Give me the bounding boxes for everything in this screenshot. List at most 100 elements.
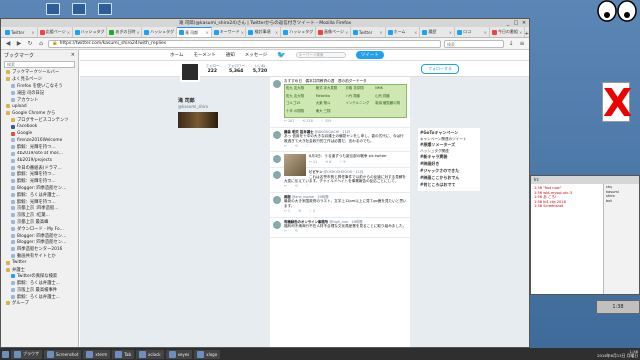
tweet[interactable]: ビビケン @OSHOSHOOOO · 11月 これは名誉市長と昇任事件で以前からの… [270,168,410,193]
retweet-icon[interactable]: ⟲ [295,184,298,188]
tweet-avatar[interactable] [273,220,281,229]
irc-title[interactable]: Irc [531,176,639,184]
tab[interactable]: ハッシュタグ× [73,27,108,37]
bookmark-item[interactable]: 京都上京 最高峰 [1,219,78,226]
url-bar[interactable]: 🔒 https://twitter.com/kasumi_shiro24/wit… [48,39,441,48]
tab-close-icon[interactable]: × [136,30,139,35]
bookmark-item[interactable]: Facebook [1,123,78,130]
tab-close-icon[interactable]: × [414,30,417,35]
home-icon[interactable]: ⌂ [37,40,45,48]
back-icon[interactable]: ◀ [4,40,12,48]
tab[interactable]: ホーム × [386,27,421,37]
desktop-icon-2[interactable] [72,3,86,15]
trend-title[interactable]: #原爆ソメーターズ [420,142,478,148]
tweet-author[interactable]: ビビケン [309,170,322,174]
irc-user[interactable]: bot [606,199,637,204]
close-sidebar-icon[interactable]: × [71,52,75,58]
tab[interactable]: ハッシュタグ× [281,27,317,37]
bookmark-item[interactable]: 酔鯨：光輝を持つ… [1,171,78,178]
taskbar-item[interactable]: ブラウザ [11,349,42,359]
twitter-nav-item[interactable]: 通知 [226,52,235,58]
tab[interactable]: Twitter × [351,27,386,37]
profile-stat[interactable]: フォロー 222 [205,64,219,74]
bookmark-item[interactable]: 酔鯨：光輝を持つ… [1,198,78,205]
tweet[interactable]: 8月3日：うる道ずつも宣伝部の戦争 pic.twitter ↩ 11 ⟲ 6 ♡ 9 [270,152,410,177]
bookmark-item[interactable]: Google [1,130,78,137]
new-tab-icon[interactable]: + [525,31,529,37]
like-icon[interactable]: ♡ [306,229,309,233]
bookmark-item[interactable]: 京阪上京 :紅葉… [1,212,78,219]
bookmark-item[interactable]: Firefox を使いこなそう [1,83,78,90]
bookmark-item[interactable]: 京阪上京 最高検事件 [1,287,78,294]
bookmark-item[interactable]: Blogger: 四季造船セン… [1,185,78,192]
maximize-icon[interactable]: □ [513,20,519,26]
bookmark-item[interactable]: Blogger: 四季造船セン… [1,232,78,239]
tab[interactable]: 画像ページ × [316,27,351,37]
taskbar-item[interactable]: Tab [112,349,135,359]
tab-close-icon[interactable]: × [379,30,382,35]
trend-title[interactable]: #ジャックさのできた [420,168,478,174]
tab-close-icon[interactable]: × [31,30,34,35]
bookmark-item[interactable]: 酔鯨：光輝を持つ… [1,178,78,185]
profile-stat[interactable]: いいね 5,720 [253,64,267,74]
bookmark-item[interactable]: Twitterの真探な検索 [1,273,78,280]
tweet-avatar[interactable] [273,195,281,204]
download-icon[interactable]: ↓ [507,40,515,48]
reload-icon[interactable]: ↻ [26,40,34,48]
bookmark-item[interactable]: ダウンロード - My Fo… [1,225,78,232]
bookmark-item[interactable]: 酔鯨：ろくは弁護士… [1,191,78,198]
close-icon[interactable]: × [521,20,527,26]
tweet-avatar[interactable] [273,80,281,88]
bookmark-item[interactable]: Google Chrome から [1,110,78,117]
reply-icon[interactable]: ↩ [284,229,287,233]
forward-icon[interactable]: ▶ [15,40,23,48]
bookmark-item[interactable]: 4b2019/site at mos… [1,151,78,158]
tab-close-icon[interactable]: × [449,30,452,35]
tab[interactable]: 応援ページ × [38,27,73,37]
minimize-icon[interactable]: _ [505,20,511,26]
trend-title[interactable]: #新キャラ実装 [420,154,478,160]
bookmark-item[interactable]: 酔鯨：ろくは弁護士… [1,280,78,287]
profile-media-thumbnail[interactable] [178,112,218,128]
tweet-avatar[interactable] [273,155,281,164]
search-input[interactable]: 検索 [444,39,504,48]
profile-avatar[interactable] [180,62,200,82]
tweet-avatar[interactable] [273,130,281,139]
tweet-button[interactable]: ツイート [355,51,384,59]
tab[interactable]: 今日の番組 × [490,27,525,37]
retweet-icon[interactable]: ⟲ 6 [325,160,331,164]
bookmark-item[interactable]: グループ [1,300,78,307]
tab-close-icon[interactable]: × [519,30,522,35]
twitter-nav-item[interactable]: ホーム [170,52,183,58]
bookmark-item[interactable]: Twitter [1,259,78,266]
like-icon[interactable]: ♡ 9 [339,160,345,164]
tab-close-icon[interactable]: × [345,30,348,35]
sidebar-search-input[interactable]: 検索 [4,61,75,68]
bookmark-item[interactable]: 4b2019/projects [1,157,78,164]
reply-icon[interactable]: ↩ [284,144,287,148]
tweet[interactable]: おすすめ日 偶本共同教資の週 週の前ダーテータ 佐九 友大翔 無式 寺大見翔 鳥取 花… [270,77,410,128]
tab-close-icon[interactable]: × [67,30,70,35]
reply-icon[interactable]: ↩ 287 [284,119,294,123]
taskbar-item[interactable]: xterm [83,349,111,359]
window-titlebar[interactable]: 滝 司郎(@kasumi_shiro24)さん | Twitterからの返信付き… [1,19,529,27]
trend-title[interactable]: #GoToキャンペーン [420,130,478,136]
bookmark-item[interactable]: ブックマークツールバー [1,69,78,76]
tab-close-icon[interactable]: × [275,30,278,35]
tweet-table-image[interactable]: 佐九 友大翔 無式 寺大見翔 鳥取 花奈翔 NMK 佐九 友大翔 Mebelka ハ代 翔楽… [284,84,407,119]
twitter-bird-icon[interactable]: 🐦 [277,51,286,59]
tweet-avatar[interactable] [273,171,281,180]
reply-icon[interactable]: ↩ 11 [309,160,317,164]
tab-close-icon[interactable]: × [241,30,244,35]
bookmark-item[interactable]: 今日の番組表(ドラマ… [1,164,78,171]
tab[interactable]: 滝 司郎 × [176,27,212,37]
twitter-nav-item[interactable]: メッセージ [245,52,267,58]
bookmark-item[interactable]: 酔鯨：ろくは弁護士… [1,293,78,300]
retweet-icon[interactable]: ⟲ [295,144,298,148]
retweet-icon[interactable]: ⟲ 318 [302,119,312,123]
retweet-icon[interactable]: ⟲ [295,229,298,233]
profile-stat[interactable]: フォロワー 5,364 [227,64,245,74]
tab[interactable]: キーワード × [212,27,247,37]
twitter-nav-item[interactable]: モーメント [193,52,215,58]
bookmark-item[interactable]: 酔鯨：光輝を持つ… [1,144,78,151]
